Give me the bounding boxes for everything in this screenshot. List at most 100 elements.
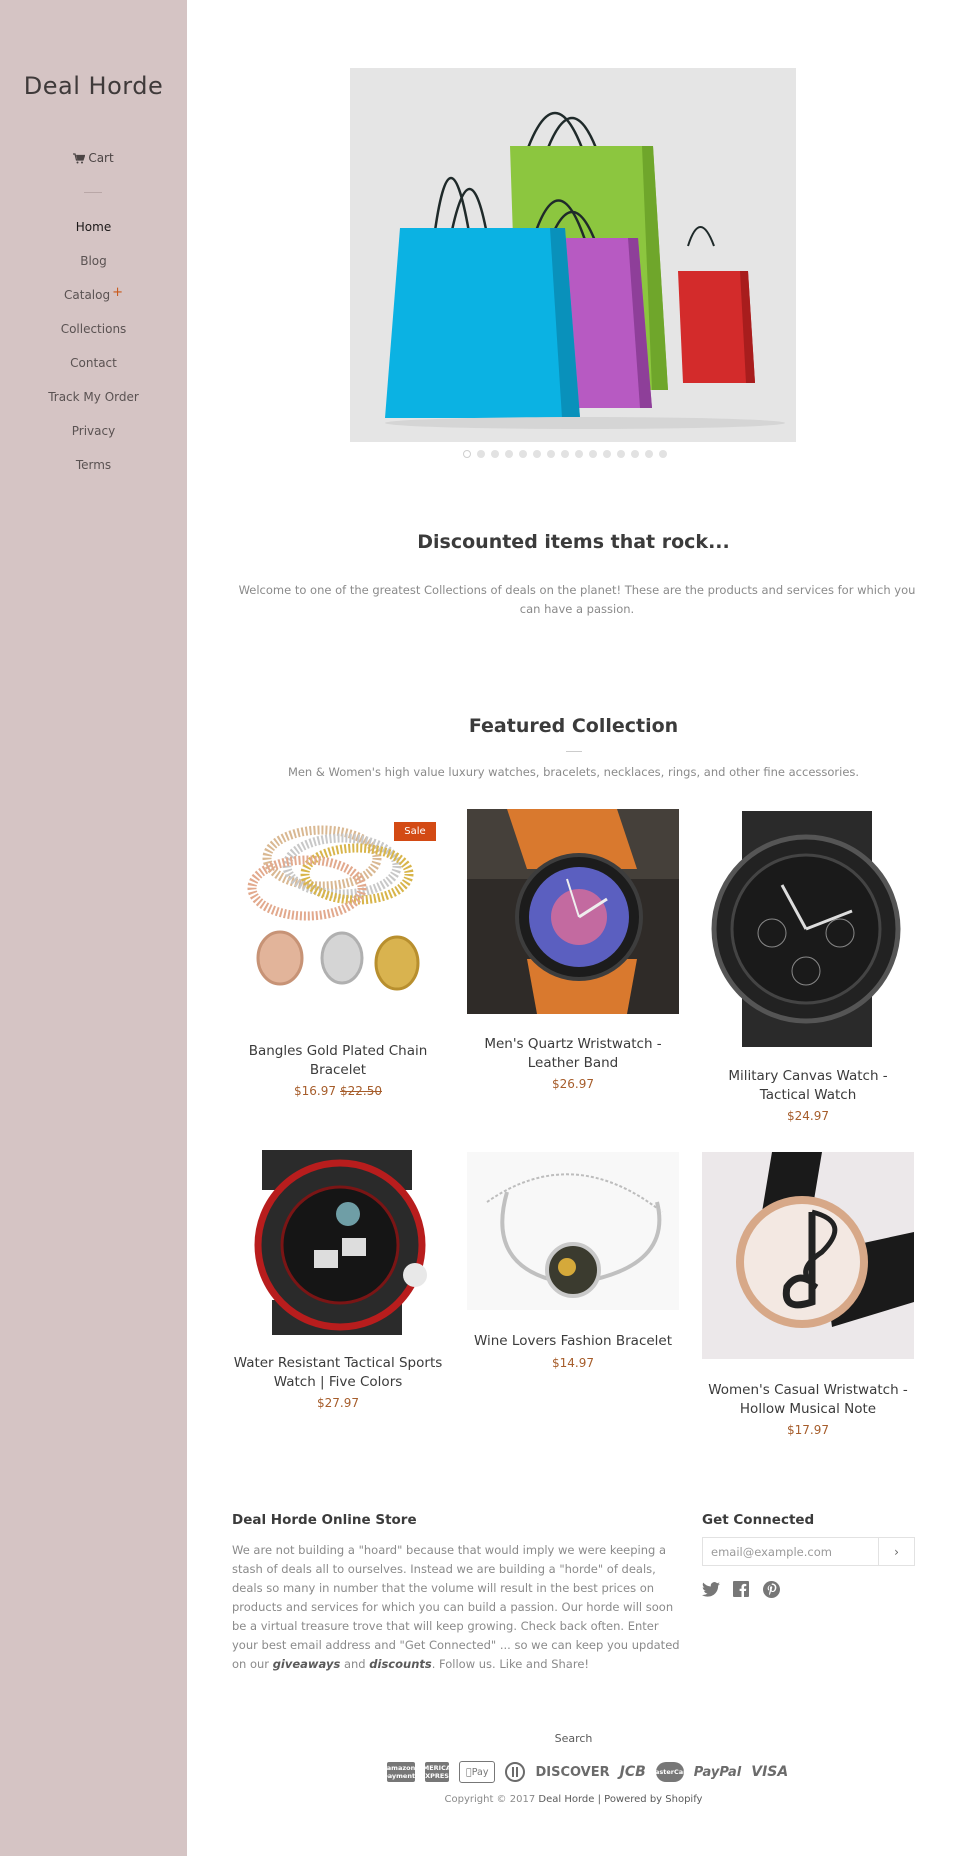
product-image-military-watch[interactable] <box>702 811 914 1047</box>
about-em-giveaways: giveaways <box>272 1657 341 1671</box>
footer-about-title: Deal Horde Online Store <box>232 1512 417 1528</box>
intro-title: Discounted items that rock... <box>417 531 730 553</box>
slideshow-dots <box>463 450 667 460</box>
facebook-icon[interactable] <box>732 1580 750 1598</box>
slide-dot[interactable] <box>505 450 513 458</box>
sale-badge: Sale <box>394 822 436 841</box>
slide-dot[interactable] <box>491 450 499 458</box>
hero-slide[interactable] <box>350 68 796 442</box>
product-name[interactable]: Wine Lovers Fashion Bracelet <box>467 1332 679 1351</box>
compare-price: $22.50 <box>340 1084 382 1098</box>
copyright-store-link[interactable]: Deal Horde <box>538 1794 594 1805</box>
nav-item-label: Home <box>75 220 112 234</box>
amazon-payments-icon: amazon payments <box>383 1762 419 1782</box>
site-logo[interactable]: Deal Horde <box>0 72 187 100</box>
slide-dot[interactable] <box>547 450 555 458</box>
product-name[interactable]: Bangles Gold Plated Chain Bracelet <box>232 1042 444 1080</box>
featured-collection-title[interactable]: Featured Collection <box>187 715 960 737</box>
subscribe-button[interactable]: › <box>878 1538 914 1565</box>
nav-item-catalog[interactable]: Catalog + <box>0 283 187 317</box>
twitter-icon[interactable] <box>702 1580 720 1598</box>
musical-note-watch-image <box>702 1152 914 1359</box>
price: $27.97 <box>317 1396 359 1410</box>
powered-by-shopify-link[interactable]: Powered by Shopify <box>604 1794 702 1805</box>
nav-item-label: Collections <box>60 322 127 336</box>
price: $24.97 <box>787 1109 829 1123</box>
nav-item-track-order[interactable]: Track My Order <box>0 385 187 419</box>
product-price: $14.97 <box>467 1356 679 1370</box>
slide-dot[interactable] <box>463 450 471 458</box>
slide-dot[interactable] <box>659 450 667 458</box>
copyright-prefix: Copyright © 2017 <box>444 1794 536 1805</box>
about-em-discounts: discounts <box>369 1657 432 1671</box>
sidebar-nav: Home Blog Catalog + Collections Contact T… <box>0 215 187 487</box>
about-text-part: . Follow us. Like and Share! <box>431 1657 590 1671</box>
product-name[interactable]: Water Resistant Tactical Sports Watch | … <box>232 1354 444 1392</box>
product-name[interactable]: Women's Casual Wristwatch - Hollow Music… <box>702 1381 914 1419</box>
american-express-icon: AMERICAN EXPRESS <box>417 1762 457 1782</box>
military-watch-image <box>711 811 901 1047</box>
copyright: Copyright © 2017 Deal Horde | Powered by… <box>187 1794 960 1805</box>
slide-dot[interactable] <box>603 450 611 458</box>
nav-item-label: Catalog <box>64 288 111 302</box>
discover-icon: DISCOVER <box>529 1764 609 1780</box>
price: $26.97 <box>552 1077 594 1091</box>
expand-plus-icon[interactable]: + <box>112 285 123 300</box>
nav-item-collections[interactable]: Collections <box>0 317 187 351</box>
featured-collection-description: Men & Women's high value luxury watches,… <box>287 765 860 779</box>
nav-item-label: Privacy <box>71 424 116 438</box>
price: $17.97 <box>787 1423 829 1437</box>
nav-item-privacy[interactable]: Privacy <box>0 419 187 453</box>
product-name[interactable]: Men's Quartz Wristwatch - Leather Band <box>467 1035 679 1073</box>
slide-dot[interactable] <box>645 450 653 458</box>
cart-link[interactable]: Cart <box>0 151 187 165</box>
pinterest-icon[interactable] <box>762 1580 780 1598</box>
about-text-part: and <box>340 1657 370 1671</box>
product-image-wine-bracelet[interactable] <box>467 1152 679 1310</box>
product-image-tactical-watch[interactable] <box>232 1150 444 1335</box>
nav-item-contact[interactable]: Contact <box>0 351 187 385</box>
wine-bracelet-image <box>467 1152 679 1310</box>
nav-item-terms[interactable]: Terms <box>0 453 187 487</box>
nav-item-home[interactable]: Home <box>0 215 187 249</box>
social-links <box>702 1580 780 1598</box>
slide-dot[interactable] <box>631 450 639 458</box>
newsletter-form: › <box>702 1537 915 1566</box>
get-connected-title: Get Connected <box>702 1512 815 1528</box>
sale-price: $16.97 <box>294 1084 336 1098</box>
slide-dot[interactable] <box>561 450 569 458</box>
cart-icon <box>73 153 86 164</box>
nav-item-label: Blog <box>80 254 107 268</box>
footer-search-link[interactable]: Search <box>187 1732 960 1745</box>
slide-dot[interactable] <box>477 450 485 458</box>
about-text-part: We are not building a "hoard" because th… <box>232 1543 680 1671</box>
apple-pay-label: Pay <box>466 1766 489 1778</box>
payment-icons: amazon payments AMERICAN EXPRESS Pay DI… <box>383 1761 788 1783</box>
paypal-icon: PayPal <box>688 1764 741 1780</box>
nav-item-label: Terms <box>75 458 112 472</box>
nav-item-blog[interactable]: Blog <box>0 249 187 283</box>
slide-dot[interactable] <box>575 450 583 458</box>
email-input[interactable] <box>703 1538 878 1565</box>
slide-dot[interactable] <box>519 450 527 458</box>
section-divider <box>566 751 582 752</box>
cart-label: Cart <box>88 151 114 165</box>
tactical-watch-image <box>254 1150 427 1335</box>
product-price: $16.97 $22.50 <box>232 1084 444 1098</box>
footer-about-text: We are not building a "hoard" because th… <box>232 1541 682 1674</box>
copyright-separator: | <box>597 1794 601 1805</box>
diners-club-icon <box>505 1762 526 1782</box>
apple-pay-icon: Pay <box>459 1761 496 1783</box>
product-price: $17.97 <box>702 1423 914 1437</box>
sidebar: Deal Horde Cart Home Blog Catalog + Colle… <box>0 0 187 1856</box>
jcb-icon: JCB <box>613 1764 646 1780</box>
shopping-bags-image <box>350 68 796 442</box>
product-image-quartz-watch[interactable] <box>467 809 679 1014</box>
slide-dot[interactable] <box>589 450 597 458</box>
product-image-musical-note-watch[interactable] <box>702 1152 914 1359</box>
slide-dot[interactable] <box>533 450 541 458</box>
slide-dot[interactable] <box>617 450 625 458</box>
product-price: $27.97 <box>232 1396 444 1410</box>
product-price: $24.97 <box>702 1109 914 1123</box>
product-name[interactable]: Military Canvas Watch - Tactical Watch <box>702 1067 914 1105</box>
